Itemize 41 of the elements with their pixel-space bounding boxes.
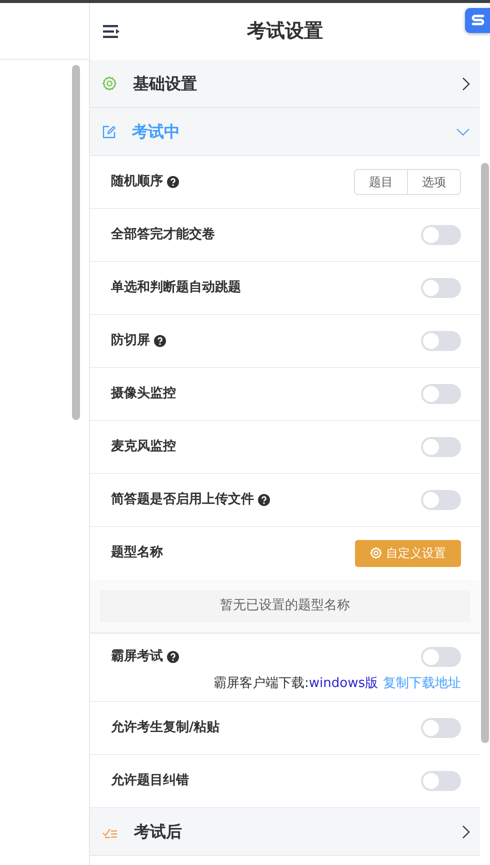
segment-option[interactable]: 选项 xyxy=(408,169,461,195)
setting-label: 全部答完才能交卷 xyxy=(111,226,215,244)
setting-label: 题型名称 xyxy=(111,544,163,562)
help-icon[interactable] xyxy=(154,335,166,347)
help-icon[interactable] xyxy=(258,494,270,506)
chevron-down-icon xyxy=(456,128,470,136)
setting-label: 霸屏考试 xyxy=(111,648,163,666)
page-title: 考试设置 xyxy=(247,19,323,44)
edit-icon xyxy=(102,124,116,138)
setting-label: 允许题目纠错 xyxy=(111,772,189,790)
toggle-switch[interactable] xyxy=(421,278,461,298)
toggle-switch[interactable] xyxy=(421,771,461,791)
download-text: 霸屏客户端下载:windows版 复制下载地址 xyxy=(212,674,461,692)
setting-label: 简答题是否启用上传文件 xyxy=(111,490,254,510)
segment-option[interactable]: 题目 xyxy=(354,169,408,195)
section-header[interactable]: 考试后 xyxy=(90,808,480,856)
toggle-switch[interactable] xyxy=(421,646,461,666)
toggle-switch[interactable] xyxy=(421,718,461,738)
chevron-right-icon xyxy=(462,824,470,838)
scrollbar[interactable] xyxy=(72,65,80,420)
scrollbar[interactable] xyxy=(481,163,489,743)
gear-icon xyxy=(370,547,382,559)
setting-label: 允许考生复制/粘贴 xyxy=(111,719,220,738)
menu-icon[interactable] xyxy=(103,25,120,38)
windows-download-link[interactable]: windows版 xyxy=(308,676,378,690)
help-icon[interactable] xyxy=(167,650,179,662)
setting-label: 防切屏 xyxy=(111,332,150,350)
setting-label: 麦克风监控 xyxy=(111,438,176,456)
empty-message: 暂无已设置的题型名称 xyxy=(100,590,470,622)
section-header[interactable]: 基础设置 xyxy=(90,60,480,108)
toggle-switch[interactable] xyxy=(421,225,461,245)
toggle-switch[interactable] xyxy=(421,437,461,457)
setting-label: 单选和判断题自动跳题 xyxy=(111,279,241,298)
toggle-switch[interactable] xyxy=(421,490,461,510)
setting-label: 摄像头监控 xyxy=(111,385,176,404)
setting-label: 随机顺序 xyxy=(111,172,163,192)
toggle-switch[interactable] xyxy=(421,384,461,404)
toggle-switch[interactable] xyxy=(421,331,461,351)
gear-icon xyxy=(102,76,117,91)
help-icon[interactable] xyxy=(167,176,179,188)
chevron-right-icon xyxy=(462,76,470,90)
